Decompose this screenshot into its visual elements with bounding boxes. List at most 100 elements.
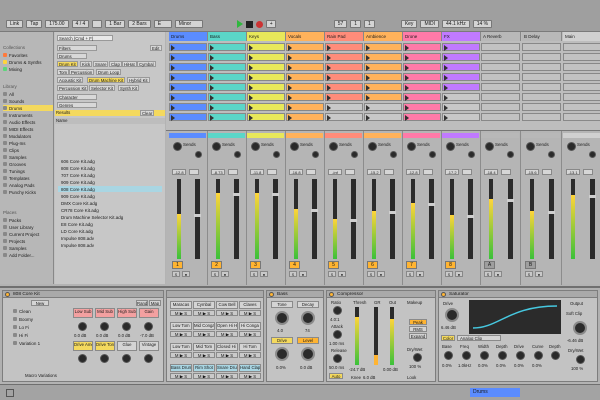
- scene-slot[interactable]: [522, 113, 561, 121]
- play-icon[interactable]: [210, 115, 214, 121]
- play-icon[interactable]: [171, 105, 175, 111]
- clip-slot[interactable]: [325, 113, 363, 121]
- macro-knob-low-sub[interactable]: [78, 322, 87, 331]
- play-icon[interactable]: [405, 75, 409, 81]
- tempo-field[interactable]: 175.00: [45, 20, 69, 28]
- solo-button[interactable]: S: [328, 271, 336, 277]
- play-icon[interactable]: [405, 45, 409, 51]
- drum-pad[interactable]: Cow Bell: [216, 301, 238, 309]
- fader-cap[interactable]: [272, 193, 279, 197]
- sidebar-item-samples-folder[interactable]: Samples: [3, 245, 53, 251]
- play-icon[interactable]: [210, 85, 214, 91]
- arm-button[interactable]: ●: [416, 271, 424, 277]
- macro-label-low-sub[interactable]: Low Sub: [73, 308, 93, 318]
- clip-slot[interactable]: [364, 103, 402, 111]
- scene-slot[interactable]: [481, 43, 520, 51]
- play-icon[interactable]: [288, 115, 292, 121]
- track-header-drums[interactable]: Drums: [169, 32, 208, 41]
- pad-mute-solo[interactable]: M ▶ S: [216, 352, 238, 358]
- clip-slot[interactable]: [364, 73, 402, 81]
- tag-hihat[interactable]: HiHat: [122, 61, 137, 67]
- list-item[interactable]: Impulse 808.adv: [58, 242, 162, 248]
- record-icon[interactable]: [255, 20, 263, 28]
- fader-cap[interactable]: [589, 195, 596, 198]
- drum-pad[interactable]: Cymbal: [193, 301, 215, 309]
- macro-label-vintage[interactable]: Vintage: [139, 341, 159, 351]
- curve-knob[interactable]: [534, 351, 543, 360]
- clip-slot[interactable]: [169, 93, 207, 101]
- sidebar-item-punchy-kicks[interactable]: Punchy Kicks: [3, 189, 53, 195]
- play-icon[interactable]: [444, 65, 448, 71]
- list-item[interactable]: 909 Core Kit.adg: [58, 179, 162, 185]
- character-dropdown[interactable]: Character: [57, 94, 97, 100]
- tag-kick[interactable]: Kick: [80, 61, 93, 67]
- clip-slot[interactable]: [442, 73, 480, 81]
- tone-knob[interactable]: [275, 311, 289, 325]
- play-icon[interactable]: [171, 45, 175, 51]
- time-signature[interactable]: 4 / 4: [71, 20, 90, 28]
- pan-knob[interactable]: [567, 142, 576, 151]
- tag-drum-loop[interactable]: Drum Loop: [96, 69, 122, 75]
- sidebar-item-audio-effects[interactable]: Audio Effects: [3, 119, 53, 125]
- level-knob[interactable]: [301, 347, 315, 361]
- clip-slot[interactable]: [169, 113, 207, 121]
- fader-cap[interactable]: [350, 219, 357, 222]
- drive-knob[interactable]: [445, 308, 459, 322]
- play-icon[interactable]: [210, 75, 214, 81]
- release-knob[interactable]: [333, 354, 342, 363]
- clip-slot[interactable]: [208, 113, 246, 121]
- play-icon[interactable]: [327, 75, 331, 81]
- play-icon[interactable]: [249, 75, 253, 81]
- play-icon[interactable]: [327, 105, 331, 111]
- volume-value[interactable]: -17.2: [445, 169, 459, 175]
- pad-mute-solo[interactable]: M ▶ S: [193, 331, 215, 337]
- play-icon[interactable]: [288, 95, 292, 101]
- clip-slot[interactable]: [364, 63, 402, 71]
- solo-button[interactable]: S: [525, 271, 533, 277]
- pad-mute-solo[interactable]: M ▶ S: [193, 310, 215, 316]
- drum-pad[interactable]: Maracas: [170, 301, 192, 309]
- list-item[interactable]: CR78 Core Kit.adg: [58, 207, 162, 213]
- sidebar-item-drums[interactable]: Drums: [3, 105, 53, 111]
- rand-button[interactable]: Rand: [136, 300, 148, 306]
- play-icon[interactable]: [210, 55, 214, 61]
- solo-button[interactable]: S: [406, 271, 414, 277]
- list-item[interactable]: 808 Core Kit.adg: [58, 165, 162, 171]
- fader-cap[interactable]: [311, 209, 318, 213]
- clip-slot[interactable]: [247, 103, 285, 111]
- list-item[interactable]: Drum Machine Selector Kit.adg: [58, 214, 162, 220]
- tag-percussion-kit[interactable]: Percussion Kit: [57, 85, 89, 91]
- sidebar-item-midi-effects[interactable]: MIDI Effects: [3, 126, 53, 132]
- sidebar-item-samples[interactable]: Samples: [3, 154, 53, 160]
- play-icon[interactable]: [444, 105, 448, 111]
- name-column-header[interactable]: Name: [55, 118, 165, 124]
- macro-knob-high-sub[interactable]: [122, 322, 131, 331]
- clip-slot[interactable]: [286, 53, 324, 61]
- scene-slot[interactable]: [522, 53, 561, 61]
- drum-pad[interactable]: Low Tom: [170, 322, 192, 330]
- clip-slot[interactable]: [364, 53, 402, 61]
- arm-button[interactable]: ●: [535, 271, 543, 277]
- track-header-b-delay[interactable]: B Delay: [522, 32, 562, 41]
- list-item[interactable]: DMX Core Kit.adg: [58, 200, 162, 206]
- clip-slot[interactable]: [403, 103, 441, 111]
- solo-button[interactable]: S: [367, 271, 375, 277]
- scene-slot[interactable]: [481, 93, 520, 101]
- pad-mute-solo[interactable]: M ▶ S: [239, 331, 261, 337]
- clip-slot[interactable]: [403, 83, 441, 91]
- clip-slot[interactable]: [169, 63, 207, 71]
- clip-slot[interactable]: [247, 113, 285, 121]
- play-icon[interactable]: [327, 65, 331, 71]
- clip-slot[interactable]: [364, 43, 402, 51]
- track-activator[interactable]: 2: [211, 261, 222, 269]
- clip-slot[interactable]: [325, 103, 363, 111]
- clip-slot[interactable]: [169, 83, 207, 91]
- play-icon[interactable]: [444, 55, 448, 61]
- clip-slot[interactable]: [364, 83, 402, 91]
- list-item[interactable]: E8 Core Kit.adg: [58, 221, 162, 227]
- clip-slot[interactable]: [208, 63, 246, 71]
- solo-button[interactable]: S: [211, 271, 219, 277]
- scene-slot[interactable]: [481, 53, 520, 61]
- sidebar-item-add-folder[interactable]: Add Folder...: [3, 252, 53, 258]
- color-button[interactable]: Color: [441, 335, 455, 341]
